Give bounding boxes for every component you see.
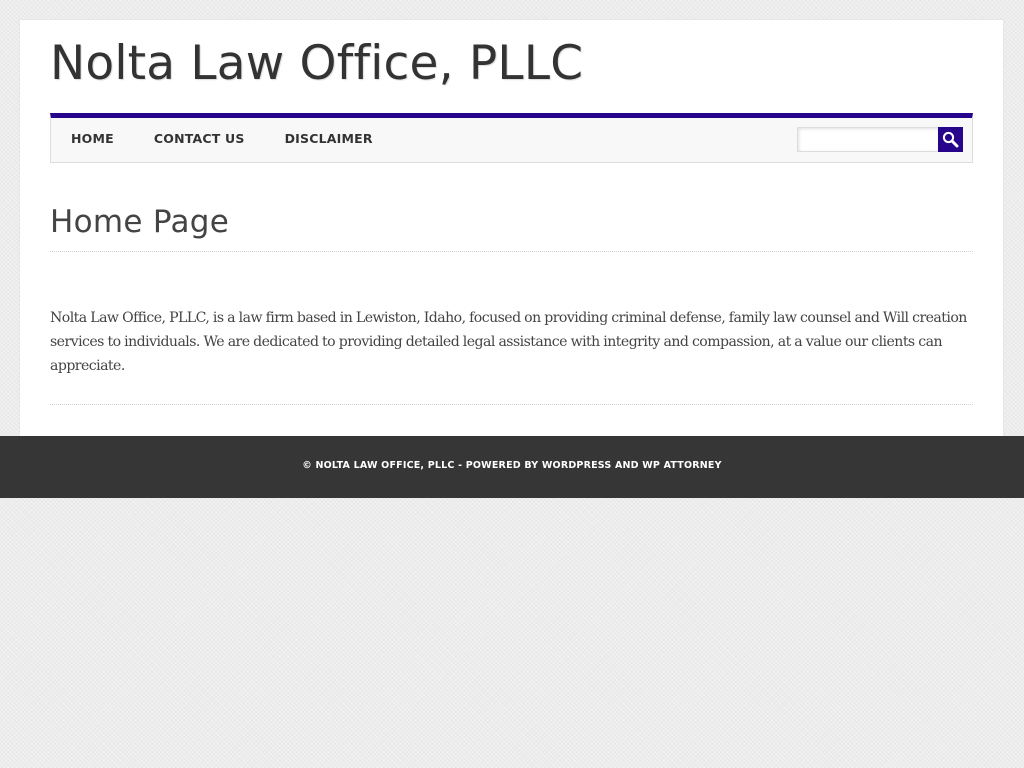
page-container: Nolta Law Office, PLLC HOME CONTACT US D… <box>20 20 1003 436</box>
content-divider <box>50 404 973 405</box>
site-title[interactable]: Nolta Law Office, PLLC <box>50 36 583 92</box>
main-navigation: HOME CONTACT US DISCLAIMER <box>50 113 973 163</box>
search-button[interactable] <box>938 127 963 152</box>
search-input[interactable] <box>797 127 938 152</box>
page-body-text: Nolta Law Office, PLLC, is a law firm ba… <box>50 310 967 374</box>
nav-item-home[interactable]: HOME <box>51 118 134 162</box>
footer-credits: © NOLTA LAW OFFICE, PLLC - POWERED BY WO… <box>302 460 722 471</box>
title-divider <box>50 251 973 252</box>
nav-item-disclaimer[interactable]: DISCLAIMER <box>265 118 393 162</box>
page-title: Home Page <box>50 204 230 240</box>
search-form <box>797 127 963 152</box>
nav-item-contact-us[interactable]: CONTACT US <box>134 118 265 162</box>
search-icon <box>942 131 959 148</box>
site-footer: © NOLTA LAW OFFICE, PLLC - POWERED BY WO… <box>0 436 1024 498</box>
nav-menu: HOME CONTACT US DISCLAIMER <box>51 118 393 162</box>
